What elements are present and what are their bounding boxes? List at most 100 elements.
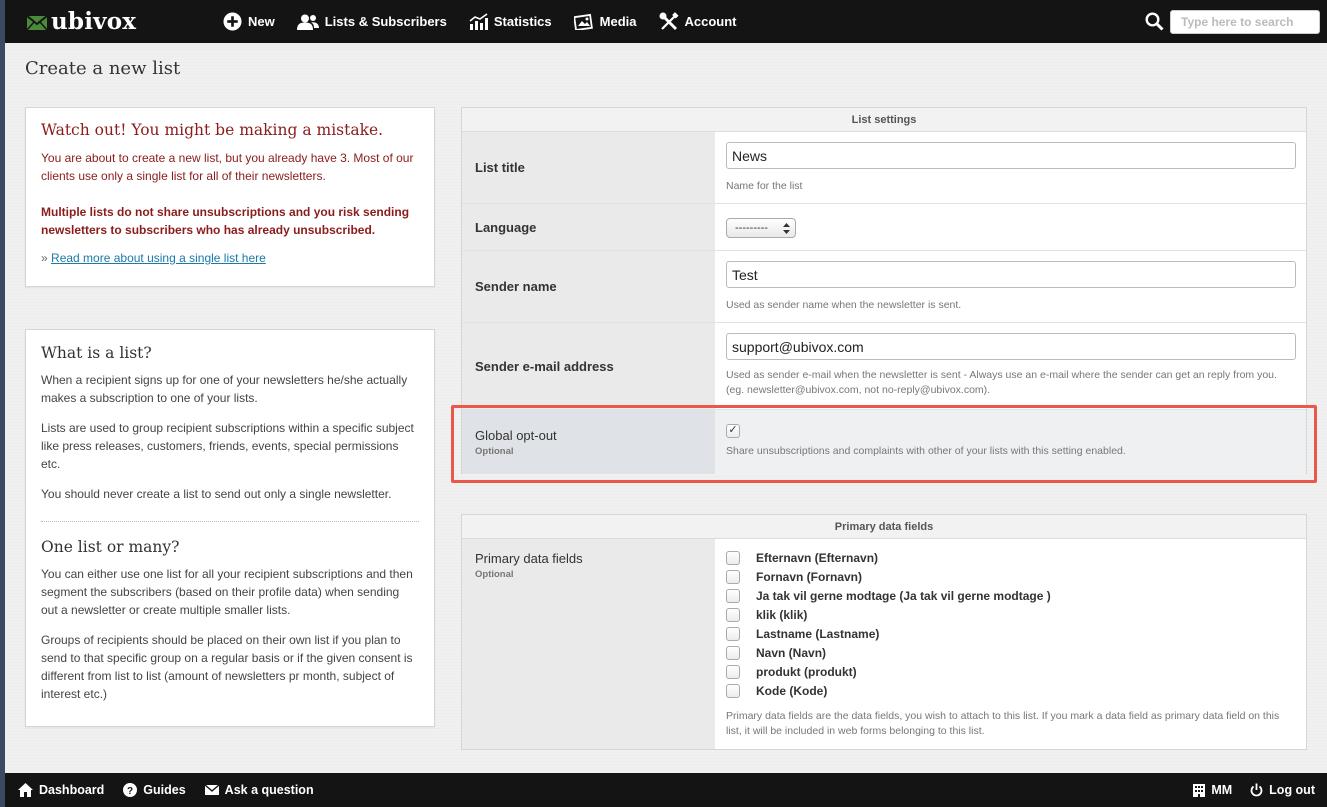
nav-new[interactable]: New xyxy=(223,12,275,31)
divider xyxy=(41,521,419,522)
primary-data-panel: Primary data fields Primary data fields … xyxy=(461,514,1307,750)
footer-ask-label: Ask a question xyxy=(224,783,314,797)
one-or-many-title: One list or many? xyxy=(41,538,180,556)
search-input[interactable] xyxy=(1170,9,1320,34)
info-paragraph: You can either use one list for all your… xyxy=(41,567,413,617)
footer-right: MM Log out xyxy=(1175,783,1315,797)
single-list-link[interactable]: Read more about using a single list here xyxy=(51,251,266,265)
footer-user-label: MM xyxy=(1211,783,1233,797)
list-title-label: List title xyxy=(462,132,715,203)
field-checkbox[interactable] xyxy=(726,607,740,622)
list-title-label-text: List title xyxy=(475,160,525,175)
warning-link-row: » Read more about using a single list he… xyxy=(41,251,419,265)
sender-name-label-text: Sender name xyxy=(475,279,557,294)
building-icon xyxy=(1193,783,1206,797)
info-paragraph: When a recipient signs up for one of you… xyxy=(41,373,408,405)
top-navbar: ubivox New Lists & Subscribers Statistic… xyxy=(5,0,1327,43)
sender-email-field: Used as sender e-mail when the newslette… xyxy=(715,323,1306,409)
nav-account-label: Account xyxy=(684,14,737,29)
optional-tag: Optional xyxy=(475,445,514,457)
global-optout-help: Share unsubscriptions and complaints wit… xyxy=(726,444,1126,457)
global-optout-row: Global opt-out Optional ✓ Share unsubscr… xyxy=(462,410,1306,474)
footer-ask[interactable]: Ask a question xyxy=(204,783,314,797)
app-window: ubivox New Lists & Subscribers Statistic… xyxy=(5,0,1327,807)
footer-logout[interactable]: Log out xyxy=(1250,783,1315,797)
sender-name-field: Used as sender name when the newsletter … xyxy=(715,251,1306,322)
language-label: Language xyxy=(462,204,715,250)
list-title-input[interactable] xyxy=(726,142,1296,169)
info-card: What is a list? When a recipient signs u… xyxy=(25,329,435,727)
help-circle-icon: ? xyxy=(123,783,138,797)
sender-name-help: Used as sender name when the newsletter … xyxy=(726,299,962,311)
primary-data-label-text: Primary data fields xyxy=(475,551,583,566)
media-icon xyxy=(573,13,593,30)
footer-guides-label: Guides xyxy=(143,783,186,797)
language-label-text: Language xyxy=(475,219,537,235)
field-label: Navn (Navn) xyxy=(756,645,827,660)
language-select[interactable]: --------- xyxy=(726,218,796,238)
footer-guides[interactable]: ? Guides xyxy=(123,783,186,797)
sender-email-input[interactable] xyxy=(726,333,1296,360)
global-optout-checkbox[interactable]: ✓ xyxy=(726,423,740,438)
list-item[interactable]: Efternavn (Efternavn) xyxy=(726,548,1296,567)
brand-logo[interactable]: ubivox xyxy=(26,8,223,35)
nav-media-label: Media xyxy=(599,14,637,29)
field-checkbox[interactable] xyxy=(726,588,740,603)
list-item[interactable]: Navn (Navn) xyxy=(726,643,1296,662)
field-checkbox[interactable] xyxy=(726,664,740,679)
list-item[interactable]: Ja tak vil gerne modtage (Ja tak vil ger… xyxy=(726,586,1296,605)
primary-data-header: Primary data fields xyxy=(462,515,1306,539)
global-optout-label-text: Global opt-out xyxy=(475,427,557,443)
optional-tag: Optional xyxy=(475,569,514,580)
list-item[interactable]: Fornavn (Fornavn) xyxy=(726,567,1296,586)
primary-data-list: Efternavn (Efternavn) Fornavn (Fornavn) … xyxy=(726,547,1296,700)
link-prefix: » xyxy=(41,251,48,265)
primary-data-label: Primary data fields Optional xyxy=(462,539,715,749)
nav-account[interactable]: Account xyxy=(659,12,737,31)
warning-bold-text: Multiple lists do not share unsubscripti… xyxy=(41,205,410,237)
primary-data-field: Efternavn (Efternavn) Fornavn (Fornavn) … xyxy=(715,539,1306,749)
nav-media[interactable]: Media xyxy=(573,13,637,30)
nav-statistics-label: Statistics xyxy=(493,14,552,29)
main-nav: New Lists & Subscribers Statistics Media… xyxy=(223,12,759,31)
power-icon xyxy=(1250,783,1263,797)
list-title-help: Name for the list xyxy=(726,180,803,192)
search-icon[interactable] xyxy=(1145,12,1164,31)
sender-name-label: Sender name xyxy=(462,251,715,322)
field-label: Efternavn (Efternavn) xyxy=(756,550,879,565)
plus-circle-icon xyxy=(223,12,242,31)
footer-logout-label: Log out xyxy=(1269,783,1315,797)
field-checkbox[interactable] xyxy=(726,569,740,584)
sender-email-row: Sender e-mail address Used as sender e-m… xyxy=(462,323,1306,410)
tools-icon xyxy=(659,12,679,31)
list-item[interactable]: produkt (produkt) xyxy=(726,662,1296,681)
field-label: Lastname (Lastname) xyxy=(756,626,880,641)
warning-card: Watch out! You might be making a mistake… xyxy=(25,107,435,287)
field-checkbox[interactable] xyxy=(726,550,740,565)
list-settings-panel: List settings List title Name for the li… xyxy=(461,107,1307,474)
list-item[interactable]: Lastname (Lastname) xyxy=(726,624,1296,643)
field-label: Ja tak vil gerne modtage (Ja tak vil ger… xyxy=(756,588,1051,603)
search-area xyxy=(1145,9,1320,34)
list-title-field: Name for the list xyxy=(715,132,1306,203)
sender-email-help: Used as sender e-mail when the newslette… xyxy=(726,369,1277,396)
field-label: Kode (Kode) xyxy=(756,683,828,698)
global-optout-field: ✓ Share unsubscriptions and complaints w… xyxy=(715,410,1306,474)
field-label: klik (klik) xyxy=(756,607,808,622)
list-settings-header: List settings xyxy=(462,108,1306,132)
field-checkbox[interactable] xyxy=(726,626,740,641)
info-paragraph: Lists are used to group recipient subscr… xyxy=(41,421,414,471)
field-checkbox[interactable] xyxy=(726,645,740,660)
language-field: --------- xyxy=(715,204,1306,250)
nav-statistics[interactable]: Statistics xyxy=(469,13,552,30)
nav-lists-label: Lists & Subscribers xyxy=(324,14,447,29)
warning-title: Watch out! You might be making a mistake… xyxy=(41,121,384,139)
sender-name-input[interactable] xyxy=(726,261,1296,288)
field-checkbox[interactable] xyxy=(726,683,740,698)
list-title-row: List title Name for the list xyxy=(462,132,1306,204)
footer-dashboard[interactable]: Dashboard xyxy=(18,783,104,797)
nav-lists-subscribers[interactable]: Lists & Subscribers xyxy=(296,14,447,30)
list-item[interactable]: Kode (Kode) xyxy=(726,681,1296,700)
footer-user[interactable]: MM xyxy=(1193,783,1232,797)
list-item[interactable]: klik (klik) xyxy=(726,605,1296,624)
